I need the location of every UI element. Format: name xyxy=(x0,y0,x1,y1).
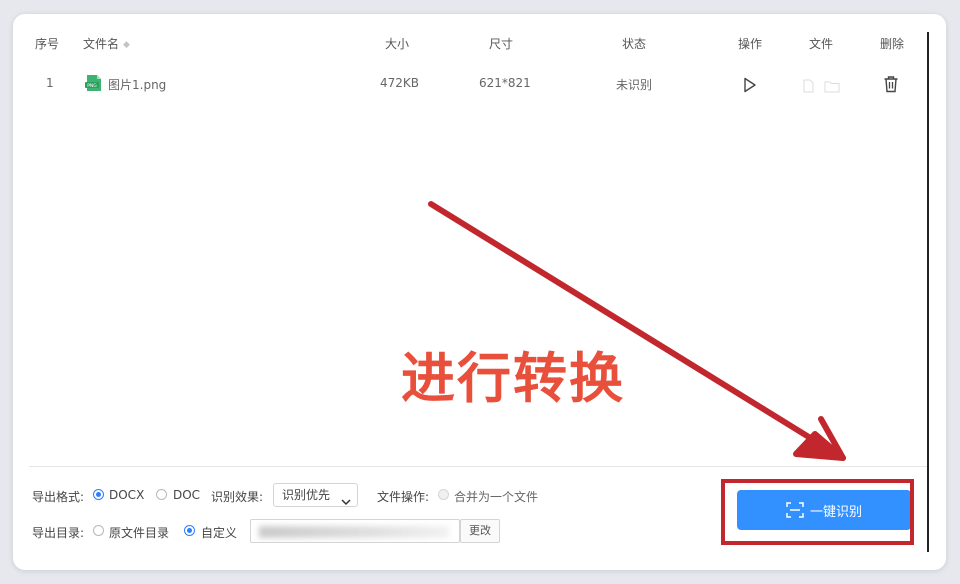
open-folder-icon[interactable] xyxy=(824,78,840,97)
export-dir-label: 导出目录: xyxy=(32,526,85,540)
column-header-actions: 操作 xyxy=(738,37,763,51)
export-format-label: 导出格式: xyxy=(32,490,85,504)
row-dimensions: 621*821 xyxy=(479,76,531,90)
row-status: 未识别 xyxy=(616,78,653,92)
row-filename[interactable]: 图片1.png xyxy=(108,76,166,93)
svg-text:PNG: PNG xyxy=(87,83,97,89)
row-size: 472KB xyxy=(380,76,420,90)
ocr-effect-label: 识别效果: xyxy=(211,490,264,504)
row-index: 1 xyxy=(46,76,54,90)
column-header-dimensions: 尺寸 xyxy=(489,37,514,51)
format-doc-option[interactable]: DOC xyxy=(173,488,200,502)
sort-icon[interactable]: ◆ xyxy=(123,40,130,50)
settings-divider xyxy=(29,466,927,467)
vertical-divider xyxy=(927,32,929,552)
merge-option[interactable]: 合并为一个文件 xyxy=(454,488,538,505)
dir-custom-radio[interactable] xyxy=(184,525,195,536)
column-header-status: 状态 xyxy=(622,37,647,51)
format-docx-option[interactable]: DOCX xyxy=(109,488,144,502)
column-header-delete: 删除 xyxy=(880,37,905,51)
dir-original-radio[interactable] xyxy=(93,525,104,536)
column-header-index: 序号 xyxy=(35,37,60,51)
chevron-down-icon xyxy=(341,491,351,513)
format-docx-radio[interactable] xyxy=(93,489,104,500)
annotation-caption: 进行转换 xyxy=(401,347,625,410)
file-conversion-panel: 序号 文件名 ◆ 大小 尺寸 状态 操作 文件 删除 1 PNG 图片1.png … xyxy=(13,14,946,570)
image-file-icon: PNG xyxy=(84,74,104,92)
play-icon[interactable] xyxy=(743,77,757,97)
annotation-highlight-box xyxy=(721,479,914,545)
column-header-filename[interactable]: 文件名 ◆ xyxy=(83,35,130,52)
column-header-filename-label: 文件名 xyxy=(83,37,120,51)
column-header-size: 大小 xyxy=(385,37,410,51)
dir-original-option[interactable]: 原文件目录 xyxy=(109,524,169,541)
trash-icon[interactable] xyxy=(883,75,899,97)
merge-radio[interactable] xyxy=(438,489,449,500)
ocr-effect-value: 识别优先 xyxy=(282,488,331,502)
export-path-input[interactable] xyxy=(250,519,460,543)
file-ops-label: 文件操作: xyxy=(377,490,430,504)
open-file-icon[interactable] xyxy=(802,78,815,97)
format-doc-radio[interactable] xyxy=(156,489,167,500)
dir-custom-option[interactable]: 自定义 xyxy=(201,524,237,541)
ocr-effect-select[interactable]: 识别优先 xyxy=(273,483,358,507)
change-dir-button[interactable]: 更改 xyxy=(460,519,500,543)
column-header-file: 文件 xyxy=(809,37,834,51)
redacted-path xyxy=(259,526,449,538)
